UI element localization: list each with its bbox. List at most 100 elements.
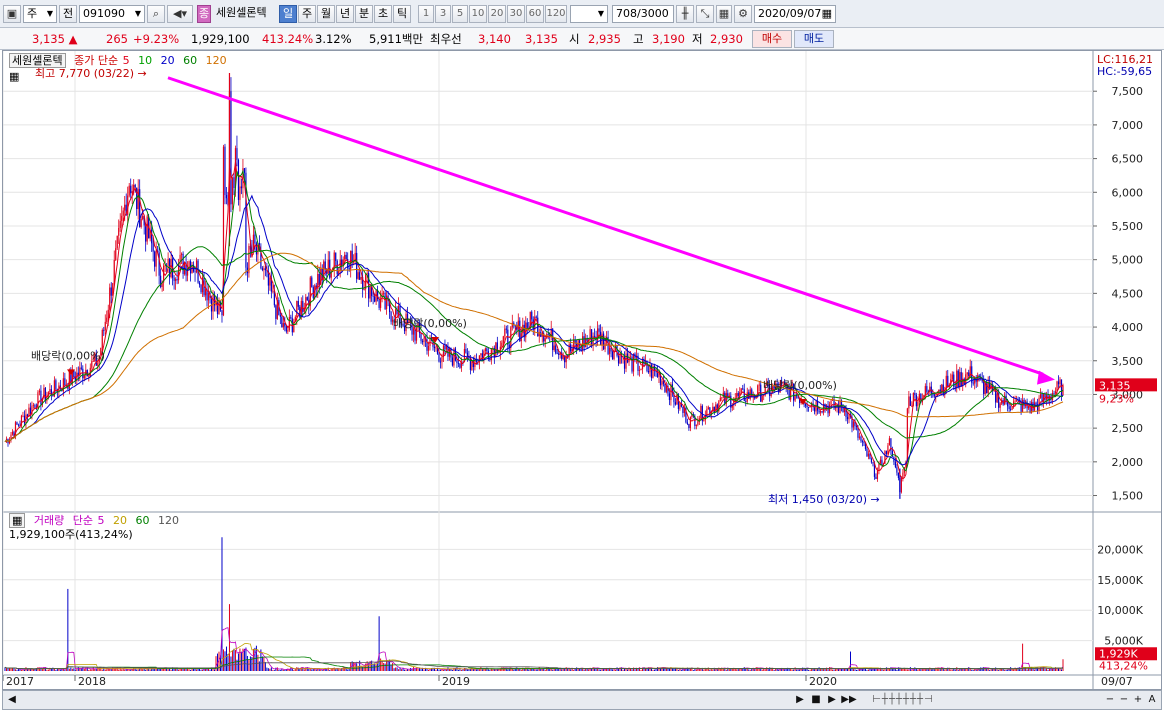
- sound-button[interactable]: ◀▾: [167, 5, 193, 23]
- candle-body: [819, 411, 822, 413]
- candle-body: [441, 356, 443, 362]
- candle-body: [881, 459, 883, 465]
- candle-body: [860, 436, 862, 442]
- candle-body: [297, 300, 299, 307]
- count-total: /3000: [637, 7, 669, 20]
- candle-body: [1016, 399, 1018, 401]
- interval-button-30[interactable]: 30: [507, 5, 525, 23]
- date-input[interactable]: 2020/09/07 ▦: [754, 5, 836, 23]
- candle-body: [1039, 394, 1042, 398]
- candle-body: [194, 271, 196, 273]
- legend-ma20: 20: [160, 54, 175, 67]
- candle-body: [818, 410, 820, 413]
- candle-body: [951, 374, 953, 380]
- type-select[interactable]: 주 ▼: [23, 5, 57, 23]
- candle-body: [80, 367, 82, 369]
- candle-body: [427, 345, 430, 351]
- hc-label: HC:-59,65: [1097, 65, 1152, 78]
- candle-body: [885, 451, 888, 455]
- candle-body: [216, 300, 219, 315]
- period-button-3[interactable]: 년: [336, 5, 354, 23]
- candle-body: [737, 393, 739, 396]
- interval-button-60[interactable]: 60: [526, 5, 544, 23]
- period-button-6[interactable]: 틱: [393, 5, 411, 23]
- candle-body: [908, 396, 910, 409]
- low-value: 2,930: [710, 32, 743, 46]
- chart-settings-icon[interactable]: ▣: [3, 5, 21, 23]
- candle-body: [324, 261, 326, 270]
- candle-type-button[interactable]: ╫: [676, 5, 694, 23]
- interval-button-3[interactable]: 3: [435, 5, 451, 23]
- overlay-button[interactable]: ▦: [716, 5, 732, 23]
- period-button-1[interactable]: 주: [298, 5, 316, 23]
- interval-button-1[interactable]: 1: [418, 5, 434, 23]
- candle-body: [647, 371, 650, 373]
- chart-scrollbar[interactable]: ◀ ▶ ■ ▶ ▶▶ ⊢┼┼┼┼┼┼⊣ − − + A: [2, 690, 1162, 710]
- minus-icon[interactable]: −: [1117, 692, 1131, 708]
- candle-body: [872, 462, 874, 464]
- zoom-slider[interactable]: ⊢┼┼┼┼┼┼⊣: [863, 692, 943, 708]
- draw-tool-button[interactable]: ⤡: [696, 5, 714, 23]
- volume-value: 1,929,100: [191, 32, 250, 46]
- interval-button-5[interactable]: 5: [452, 5, 468, 23]
- interval-button-10[interactable]: 10: [469, 5, 487, 23]
- candle-body: [879, 459, 882, 464]
- interval-button-20[interactable]: 20: [488, 5, 506, 23]
- chart-area[interactable]: 7,500 7,000 6,500 6,000 5,500 5,000 4,500 4,000…: [2, 50, 1162, 690]
- candle-body: [115, 248, 117, 260]
- price-tick-label: 5,500: [1112, 220, 1144, 233]
- candle-body: [237, 159, 240, 200]
- price-tick-label: 4,000: [1112, 321, 1144, 334]
- candle-body: [941, 384, 943, 392]
- candle-body: [688, 423, 690, 429]
- period-button-0[interactable]: 일: [279, 5, 297, 23]
- candle-body: [438, 353, 440, 362]
- x-tick-label: 2019: [442, 675, 470, 688]
- count-input[interactable]: 708/3000: [612, 5, 674, 23]
- candle-body: [167, 259, 169, 266]
- fast-forward-icon[interactable]: ▶▶: [841, 692, 857, 708]
- low-label: 저: [692, 32, 703, 46]
- stock-badge: 종: [197, 5, 211, 23]
- candle-body: [736, 393, 738, 398]
- volume-ma5-line: [4, 627, 1064, 671]
- chart-canvas[interactable]: 7,500 7,000 6,500 6,000 5,500 5,000 4,500 4,000…: [3, 51, 1161, 689]
- period-button-2[interactable]: 월: [317, 5, 335, 23]
- scroll-left-icon[interactable]: ◀: [5, 692, 19, 708]
- stock-code-input[interactable]: 091090 ▼: [79, 5, 145, 23]
- candle-body: [11, 431, 14, 435]
- font-size-icon[interactable]: A: [1145, 692, 1159, 708]
- candle-body: [390, 312, 392, 322]
- candle-body: [758, 384, 760, 386]
- candle-body: [939, 389, 941, 392]
- candle-body: [966, 372, 968, 375]
- interval-button-120[interactable]: 120: [545, 5, 567, 23]
- candle-body: [547, 334, 549, 335]
- period-button-5[interactable]: 초: [374, 5, 392, 23]
- candle-body: [697, 421, 699, 425]
- candle-body: [296, 300, 298, 317]
- candle-body: [106, 317, 108, 322]
- x-tick-label: 2017: [6, 675, 34, 688]
- high-value: 3,190: [652, 32, 685, 46]
- search-button[interactable]: ⌕: [147, 5, 165, 23]
- candle-body: [505, 328, 507, 330]
- period-button-4[interactable]: 분: [355, 5, 373, 23]
- buy-button[interactable]: 매수: [752, 30, 792, 48]
- play-icon[interactable]: ▶: [825, 692, 839, 708]
- candle-body: [38, 390, 41, 393]
- candle-body: [204, 289, 207, 296]
- candle-body: [721, 397, 723, 399]
- interval-select[interactable]: ▼: [570, 5, 608, 23]
- scroll-right-icon[interactable]: ▶: [793, 692, 807, 708]
- plus-icon[interactable]: +: [1131, 692, 1145, 708]
- stop-icon[interactable]: ■: [809, 692, 823, 708]
- settings-button[interactable]: ⚙: [734, 5, 752, 23]
- speaker-icon: ◀▾: [173, 7, 187, 20]
- candle-body: [686, 422, 688, 424]
- volume-settings-icon[interactable]: ▦: [9, 513, 26, 528]
- zoom-out-icon[interactable]: −: [1103, 692, 1117, 708]
- table-icon[interactable]: ▦: [9, 70, 19, 83]
- sell-button[interactable]: 매도: [794, 30, 834, 48]
- prev-button[interactable]: 전: [59, 5, 77, 23]
